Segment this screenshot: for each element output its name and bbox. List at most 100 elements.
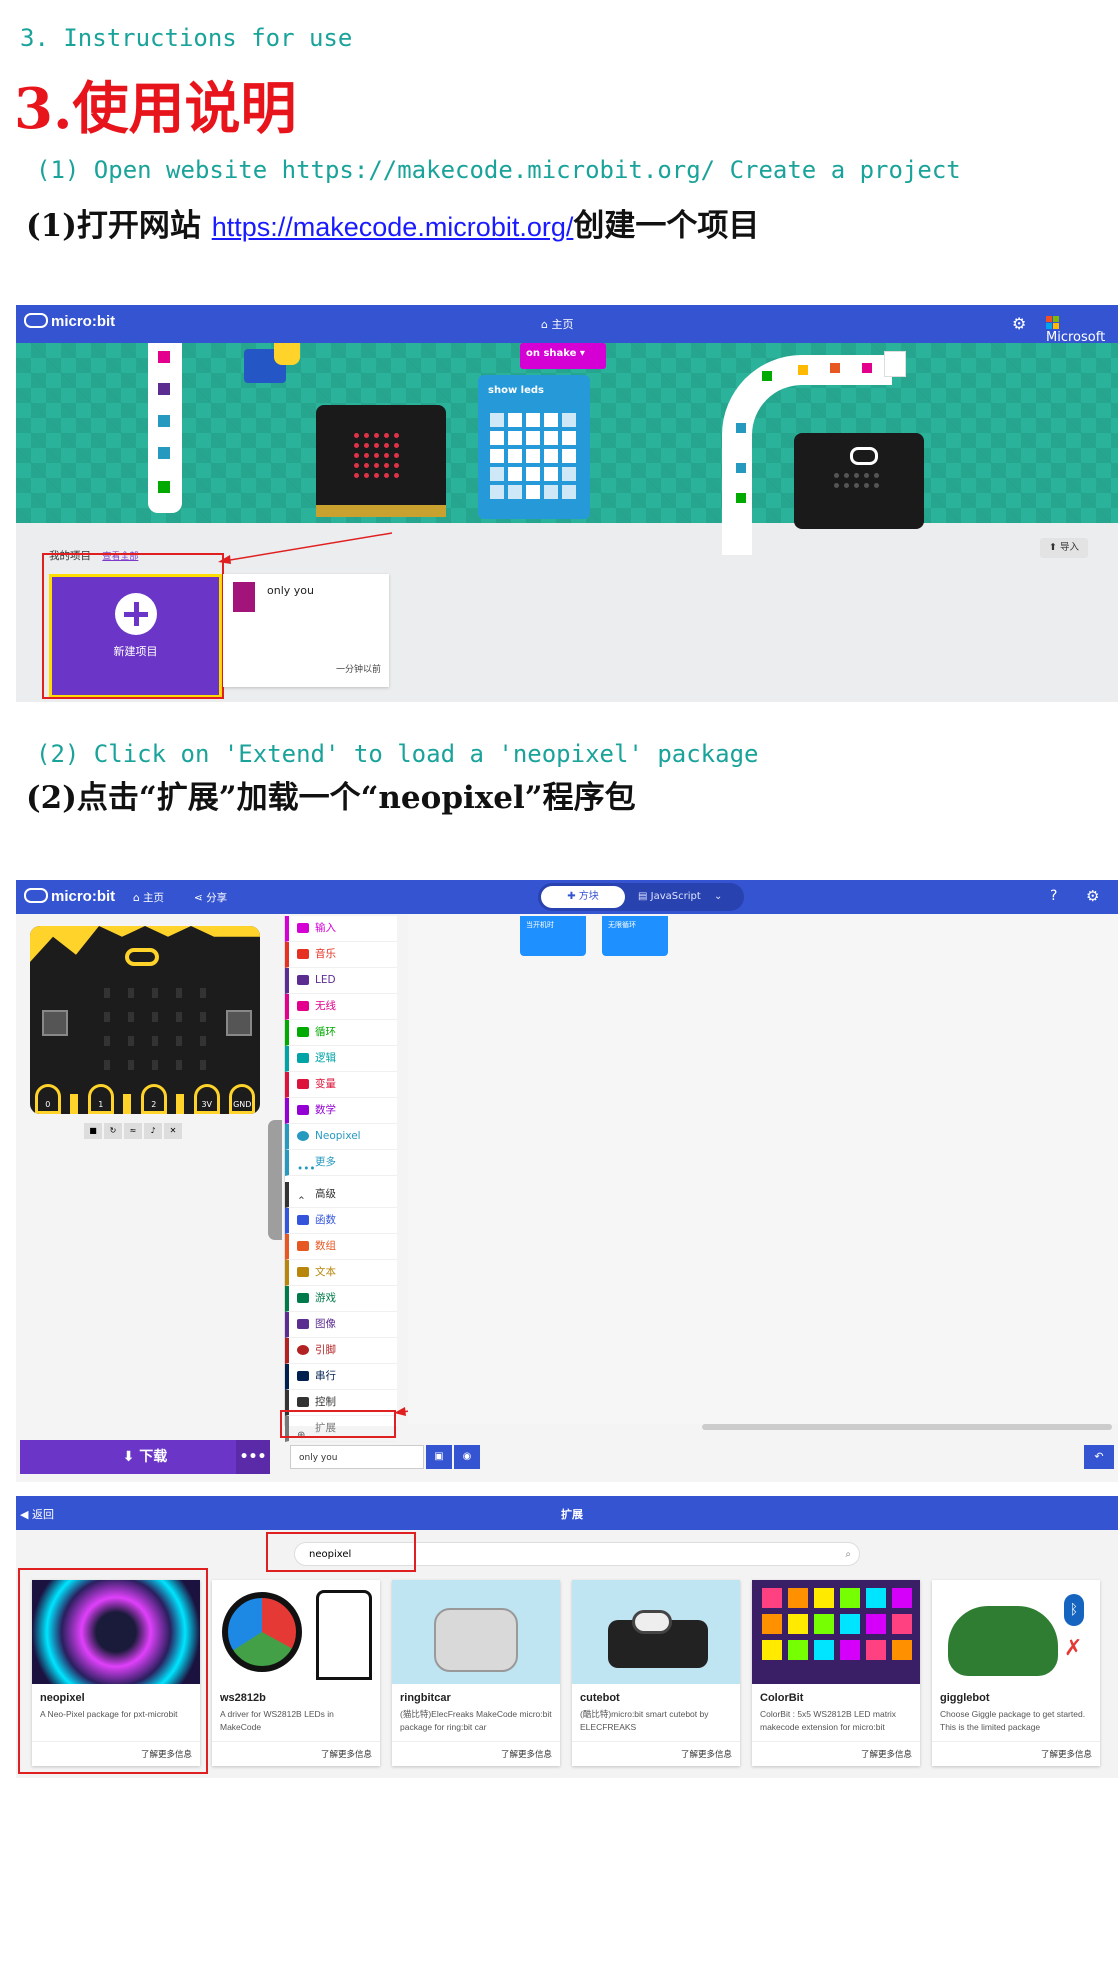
show-leds-label: show leds [488, 385, 544, 396]
headphones-icon [297, 949, 309, 959]
toggle-icon [297, 975, 309, 985]
slow-motion-icon[interactable]: ≈ [124, 1123, 142, 1139]
card-divider [752, 1741, 920, 1742]
strip-led [736, 493, 746, 503]
toolbox-images[interactable]: 图像 [285, 1312, 397, 1338]
button-b[interactable] [226, 1010, 252, 1036]
project-card[interactable]: only you 一分钟以前 [223, 574, 389, 687]
project-time: 一分钟以前 [335, 665, 381, 675]
toolbox-music[interactable]: 音乐 [285, 942, 397, 968]
strip-connector [884, 351, 906, 377]
toolbox-serial[interactable]: 串行 [285, 1364, 397, 1390]
block-workspace[interactable]: 当开机时 无限循环 [408, 914, 1118, 1430]
collapse-handle[interactable] [268, 1120, 282, 1240]
forever-label: 无限循环 [608, 921, 636, 929]
strip-led [830, 363, 840, 373]
pin-gnd[interactable]: GND [229, 1084, 256, 1114]
share-button[interactable]: ⋖ 分享 [194, 890, 227, 905]
toolbox-arrays[interactable]: 数组 [285, 1234, 397, 1260]
pin-3v[interactable]: 3V [193, 1084, 220, 1114]
toolbox-more[interactable]: •••更多 [285, 1150, 397, 1176]
import-button[interactable]: ⬆ 导入 [1040, 538, 1088, 558]
step1-suffix: 创建一个项目 [573, 208, 760, 244]
stop-icon[interactable]: ■ [84, 1123, 102, 1139]
fullscreen-icon[interactable]: ✕ [164, 1123, 182, 1139]
simulator-led-matrix [104, 988, 206, 1070]
back-button[interactable]: ◀ 返回 [20, 1506, 54, 1522]
rgb-logo [222, 1592, 302, 1672]
microbit-simulator[interactable]: 0 1 2 3V GND [30, 926, 260, 1114]
github-icon[interactable]: ◉ [454, 1445, 480, 1469]
undo-icon[interactable]: ↶ [1084, 1445, 1114, 1469]
simulator-pins: 0 1 2 3V GND [30, 1078, 260, 1114]
restart-icon[interactable]: ↻ [104, 1123, 122, 1139]
toolbox-neopixel[interactable]: Neopixel [285, 1124, 397, 1150]
pin-2[interactable]: 2 [140, 1084, 167, 1114]
microbit-logo[interactable]: micro:bit [24, 887, 115, 905]
chevron-down-icon: ⌄ [713, 891, 723, 902]
neopixel-icon [297, 1131, 309, 1141]
learn-more-link[interactable]: 了解更多信息 [681, 1748, 732, 1760]
block-toolbox: 输入 音乐 LED 无线 循环 逻辑 变量 数学 Neopixel •••更多 … [284, 916, 397, 1442]
save-icon[interactable]: ▣ [426, 1445, 452, 1469]
toolbox-game[interactable]: 游戏 [285, 1286, 397, 1312]
extension-description: (酷比特)micro:bit smart cutebot by ELECFREA… [580, 1709, 709, 1732]
shuffle-icon [297, 1053, 309, 1063]
gear-icon[interactable]: ⚙ [1012, 314, 1026, 333]
extension-card-gigglebot[interactable]: ᛒ ✗ gigglebot Choose Giggle package to g… [932, 1580, 1100, 1766]
toolbox-radio[interactable]: 无线 [285, 994, 397, 1020]
toolbox-input[interactable]: 输入 [285, 916, 397, 942]
more-options-button[interactable]: ••• [236, 1440, 270, 1474]
card-divider [572, 1741, 740, 1742]
sound-icon[interactable]: ♪ [144, 1123, 162, 1139]
editor-mode-toggle: ✚ 方块 ▤ JavaScript ⌄ [538, 883, 744, 911]
toolbox-loops[interactable]: 循环 [285, 1020, 397, 1046]
toolbox-logic[interactable]: 逻辑 [285, 1046, 397, 1072]
extension-card-ringbitcar[interactable]: ringbitcar (猫比特)ElecFreaks MakeCode micr… [392, 1580, 560, 1766]
car-icon [434, 1608, 518, 1672]
extension-description: (猫比特)ElecFreaks MakeCode micro:bit packa… [400, 1709, 552, 1732]
toolbox-functions[interactable]: 函数 [285, 1208, 397, 1234]
ellipsis-icon: ••• [297, 1163, 316, 1175]
javascript-tab[interactable]: ▤ JavaScript ⌄ [638, 886, 722, 908]
button-a[interactable] [42, 1010, 68, 1036]
simulator-controls: ■ ↻ ≈ ♪ ✕ [84, 1123, 182, 1139]
home-button[interactable]: ⌂ 主页 [133, 890, 164, 905]
learn-more-link[interactable]: 了解更多信息 [861, 1748, 912, 1760]
heading-chinese: 3.使用说明 [14, 64, 296, 145]
extension-name: ColorBit [760, 1692, 804, 1704]
extension-image [212, 1580, 380, 1684]
on-shake-block: on shake ▾ [520, 343, 606, 369]
microbit-board-icon [316, 405, 446, 517]
extension-card-cutebot[interactable]: cutebot (酷比特)micro:bit smart cutebot by … [572, 1580, 740, 1766]
extension-image [392, 1580, 560, 1684]
toolbox-variables[interactable]: 变量 [285, 1072, 397, 1098]
toolbox-advanced[interactable]: ⌃高级 [285, 1182, 397, 1208]
learn-more-link[interactable]: 了解更多信息 [501, 1748, 552, 1760]
learn-more-link[interactable]: 了解更多信息 [321, 1748, 372, 1760]
forever-block[interactable]: 无限循环 [602, 916, 668, 956]
learn-more-link[interactable]: 了解更多信息 [1041, 1748, 1092, 1760]
extension-image [572, 1580, 740, 1684]
help-icon[interactable]: ? [1050, 888, 1057, 904]
extension-card-colorbit[interactable]: ColorBit ColorBit : 5x5 WS2812B LED matr… [752, 1580, 920, 1766]
pin-0[interactable]: 0 [34, 1084, 61, 1114]
toolbox-math[interactable]: 数学 [285, 1098, 397, 1124]
chevron-up-icon: ⌃ [297, 1195, 306, 1207]
project-name-input[interactable]: only you [290, 1445, 424, 1469]
extension-card-ws2812b[interactable]: ws2812b A driver for WS2812B LEDs in Mak… [212, 1580, 380, 1766]
project-title: only you [267, 584, 314, 597]
blocks-tab[interactable]: ✚ 方块 [541, 886, 625, 908]
toolbox-led[interactable]: LED [285, 968, 397, 994]
toolbox-pins[interactable]: 引脚 [285, 1338, 397, 1364]
toolbox-text[interactable]: 文本 [285, 1260, 397, 1286]
on-start-block[interactable]: 当开机时 [520, 916, 586, 956]
makecode-link[interactable]: https://makecode.microbit.org/ [212, 212, 574, 242]
download-button[interactable]: ⬇ 下载 ••• [20, 1440, 270, 1474]
home-tab[interactable]: ⌂ 主页 [541, 316, 573, 332]
pin-1[interactable]: 1 [87, 1084, 114, 1114]
gear-icon[interactable]: ⚙ [1086, 887, 1099, 905]
horizontal-scrollbar[interactable] [702, 1424, 1112, 1430]
microbit-logo[interactable]: micro:bit [24, 312, 115, 330]
makecode-editor-screenshot: micro:bit ⌂ 主页 ⋖ 分享 ✚ 方块 ▤ JavaScript ⌄ … [16, 880, 1118, 1482]
